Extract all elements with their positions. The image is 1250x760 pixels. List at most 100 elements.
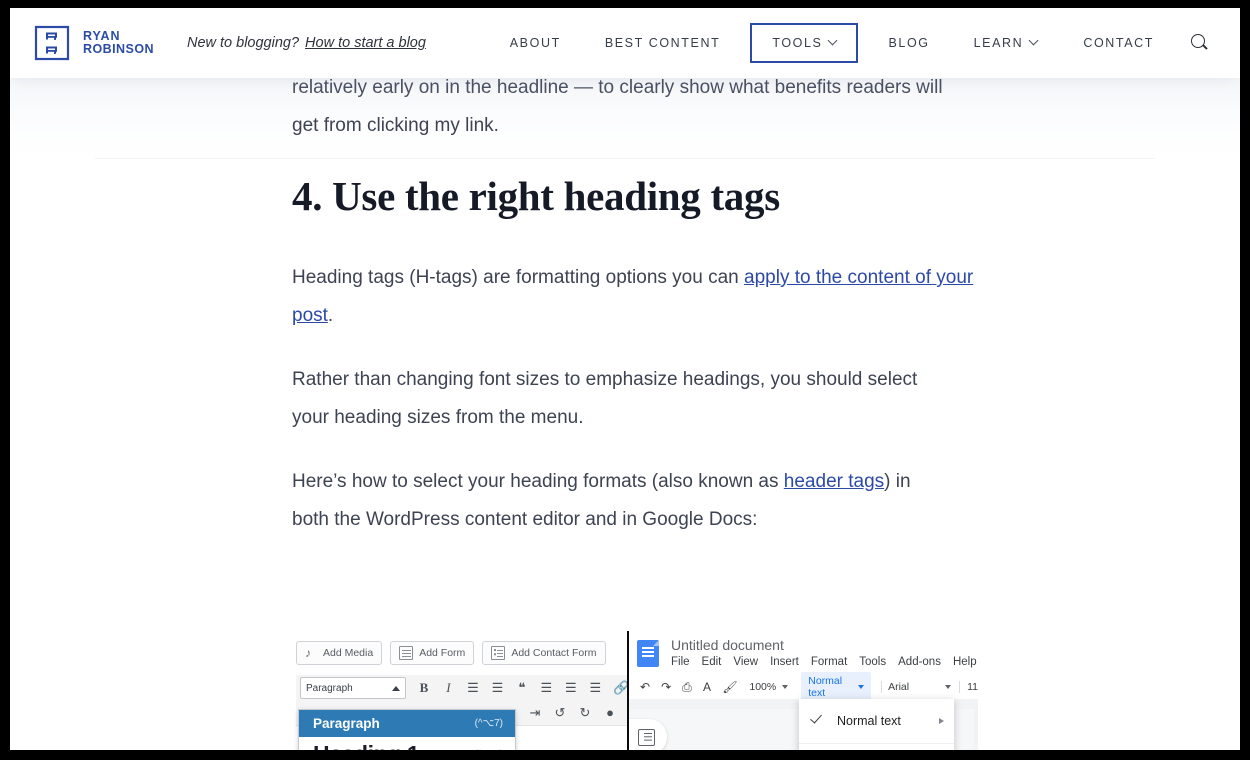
redo-icon[interactable]: ↷ — [661, 680, 671, 694]
browser-frame: RYAN ROBINSON New to blogging? How to st… — [0, 0, 1250, 760]
italic-icon[interactable]: I — [442, 680, 455, 696]
bold-icon[interactable]: B — [417, 680, 430, 696]
google-docs-menubar: File Edit View Insert Format Tools Add-o… — [671, 656, 978, 668]
chevron-right-icon — [939, 718, 944, 724]
nav-item-best-content[interactable]: BEST CONTENT — [605, 36, 721, 50]
numbered-list-icon[interactable]: ☰ — [491, 680, 504, 696]
article-scroll-area: relatively early on in the headline — to… — [10, 78, 1240, 750]
add-contact-form-button[interactable]: Add Contact Form — [482, 641, 605, 665]
format-option-heading-1-label: Heading 1 — [313, 741, 419, 750]
add-media-icon: ♪ — [305, 647, 317, 659]
blockquote-icon[interactable]: ❝ — [515, 680, 528, 696]
chevron-down-icon — [782, 685, 788, 689]
embedded-screenshot: ♪ Add Media Add Form Add Contact Form Pa… — [292, 631, 978, 750]
paragraph-1: Heading tags (H-tags) are formatting opt… — [292, 259, 982, 335]
print-icon[interactable]: ⎙ — [682, 680, 692, 695]
undo-icon[interactable]: ↺ — [553, 705, 567, 721]
format-option-paragraph-shortcut: (^⌥7) — [475, 718, 503, 729]
paint-format-icon[interactable]: 🖌 — [722, 680, 735, 694]
undo-icon[interactable]: ↶ — [640, 680, 650, 694]
ryan-robinson-logo-icon — [32, 23, 72, 63]
style-option-title[interactable]: Title — [799, 744, 954, 750]
align-center-icon[interactable]: ☰ — [564, 680, 577, 696]
vertical-scrollbar[interactable] — [974, 709, 978, 750]
p1-text-b: . — [328, 305, 333, 326]
checkmark-icon — [810, 711, 822, 723]
menu-addons[interactable]: Add-ons — [898, 656, 941, 668]
how-to-start-a-blog-link[interactable]: How to start a blog — [305, 35, 426, 51]
nav-item-blog[interactable]: BLOG — [888, 36, 929, 50]
bullet-list-icon[interactable]: ☰ — [466, 680, 479, 696]
paragraph-2: Rather than changing font sizes to empha… — [292, 361, 952, 437]
nav-item-tools[interactable]: TOOLS — [750, 23, 858, 63]
menu-file[interactable]: File — [671, 656, 690, 668]
style-option-normal-text[interactable]: Normal text — [799, 699, 954, 744]
indent-icon[interactable]: ⇥ — [528, 705, 542, 721]
add-media-label: Add Media — [323, 647, 373, 659]
paragraph-style-select[interactable]: Normal text — [801, 672, 871, 702]
site-header: RYAN ROBINSON New to blogging? How to st… — [10, 8, 1240, 78]
page-title: 4. Use the right heading tags — [292, 173, 982, 219]
align-left-icon[interactable]: ☰ — [540, 680, 553, 696]
p1-text-a: Heading tags (H-tags) are formatting opt… — [292, 267, 744, 288]
format-option-paragraph-label: Paragraph — [313, 716, 380, 731]
font-family-select[interactable]: Arial — [881, 681, 951, 693]
align-right-icon[interactable]: ☰ — [589, 680, 602, 696]
nav-label-learn: LEARN — [974, 36, 1024, 50]
nav-label-contact: CONTACT — [1083, 36, 1154, 50]
brand-line-2: ROBINSON — [83, 43, 154, 56]
nav-item-learn[interactable]: LEARN — [974, 36, 1040, 50]
style-option-normal-text-label: Normal text — [837, 714, 901, 728]
nav-label-tools: TOOLS — [772, 36, 822, 50]
add-form-button[interactable]: Add Form — [390, 641, 474, 665]
paragraph-format-value: Paragraph — [306, 683, 353, 694]
menu-edit[interactable]: Edit — [702, 656, 722, 668]
main-navigation: ABOUT BEST CONTENT TOOLS BLOG LEARN CONT… — [488, 8, 1226, 78]
paragraph-format-select[interactable]: Paragraph — [300, 677, 406, 699]
chevron-down-icon — [945, 685, 951, 689]
paragraph-3: Here’s how to select your heading format… — [292, 463, 952, 539]
chevron-up-icon — [392, 686, 400, 691]
help-icon[interactable]: ● — [603, 705, 617, 721]
menu-insert[interactable]: Insert — [770, 656, 799, 668]
zoom-select[interactable]: 100% — [749, 681, 788, 693]
brand-wordmark: RYAN ROBINSON — [83, 30, 154, 56]
font-size-value[interactable]: 11 — [959, 681, 978, 693]
format-option-paragraph[interactable]: Paragraph (^⌥7) — [299, 710, 515, 737]
wordpress-media-buttons: ♪ Add Media Add Form Add Contact Form — [296, 641, 627, 665]
section-divider — [95, 158, 1155, 159]
chevron-down-icon — [829, 37, 838, 46]
screenshot-split-divider — [627, 631, 629, 750]
paragraph-style-dropdown: Normal text Title Subtitle — [799, 699, 954, 750]
add-media-button[interactable]: ♪ Add Media — [296, 641, 382, 665]
site-logo-link[interactable]: RYAN ROBINSON — [32, 23, 154, 63]
chevron-down-icon — [858, 685, 864, 689]
page-root: RYAN ROBINSON New to blogging? How to st… — [10, 8, 1240, 750]
redo-icon[interactable]: ↻ — [578, 705, 592, 721]
add-contact-form-label: Add Contact Form — [511, 647, 596, 659]
nav-label-best-content: BEST CONTENT — [605, 36, 721, 50]
nav-item-about[interactable]: ABOUT — [510, 36, 561, 50]
google-docs-screenshot: Untitled document File Edit View Insert … — [629, 631, 978, 750]
format-option-heading-1[interactable]: Heading 1 (^⌥1) — [299, 737, 515, 750]
nav-label-blog: BLOG — [888, 36, 929, 50]
menu-help[interactable]: Help — [953, 656, 977, 668]
paragraph-tail: get from clicking my link. — [292, 107, 982, 145]
spellcheck-icon[interactable]: A — [703, 680, 712, 694]
search-icon[interactable] — [1190, 33, 1210, 53]
format-option-heading-1-shortcut: (^⌥1) — [475, 749, 503, 750]
menu-view[interactable]: View — [733, 656, 758, 668]
add-contact-form-icon — [491, 646, 505, 660]
chevron-down-icon — [1030, 37, 1039, 46]
menu-tools[interactable]: Tools — [859, 656, 886, 668]
font-family-value: Arial — [888, 681, 909, 693]
link-icon[interactable]: 🔗 — [613, 680, 627, 696]
tagline: New to blogging? How to start a blog — [187, 35, 426, 51]
nav-item-contact[interactable]: CONTACT — [1083, 36, 1154, 50]
menu-format[interactable]: Format — [811, 656, 847, 668]
header-tags-link[interactable]: header tags — [784, 471, 884, 492]
paragraph-style-value: Normal text — [808, 675, 842, 699]
document-title[interactable]: Untitled document — [671, 637, 784, 653]
document-outline-button[interactable] — [629, 719, 667, 750]
wordpress-format-toolbar: Paragraph B I ☰ ☰ ❝ ☰ ☰ ☰ 🔗 — [296, 675, 627, 701]
